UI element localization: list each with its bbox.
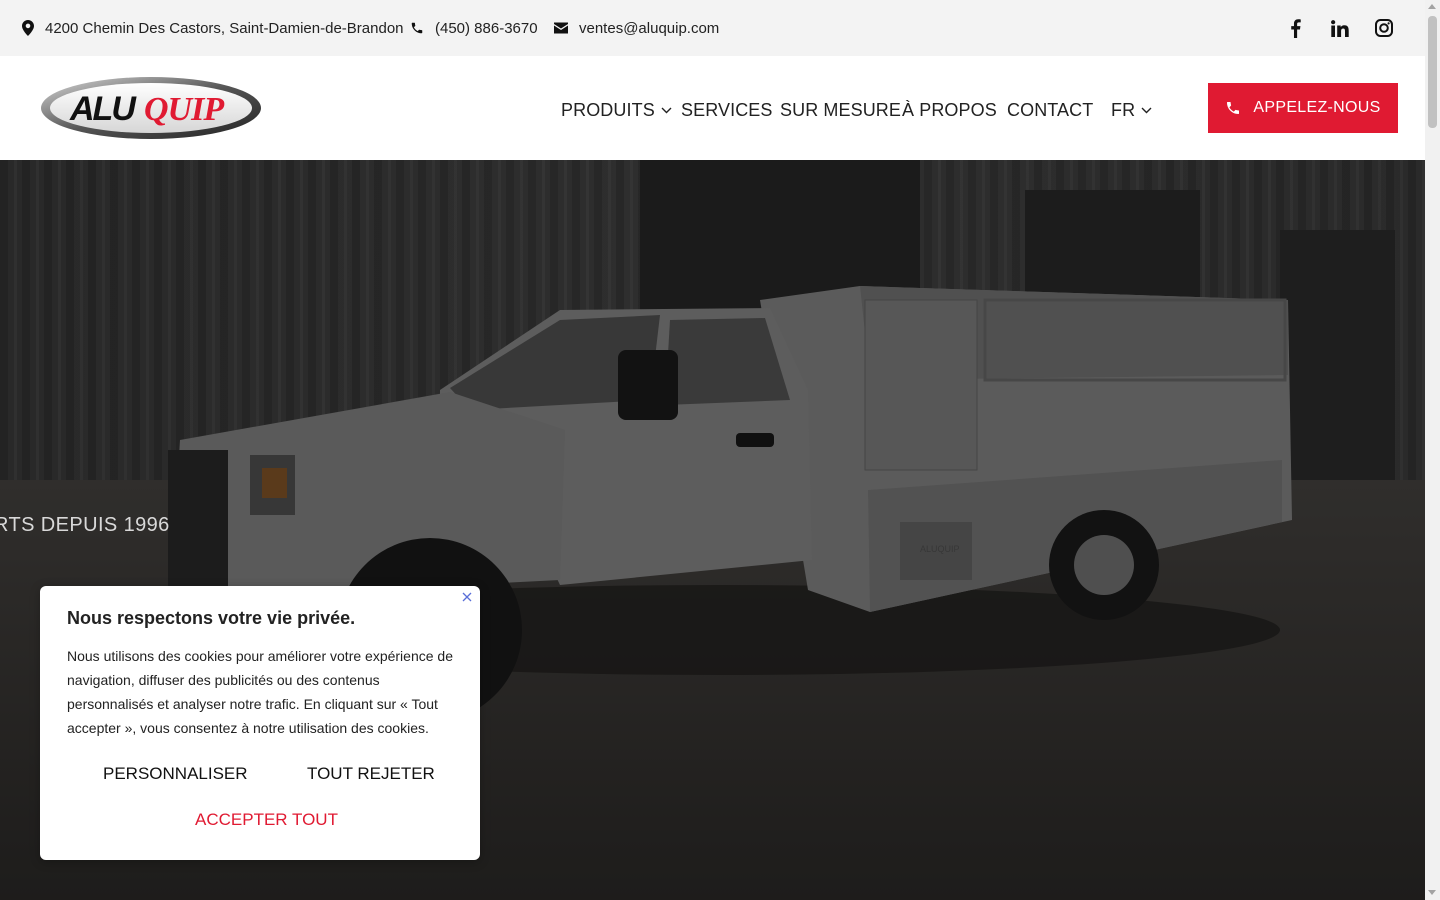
envelope-icon: [554, 22, 568, 34]
email-info[interactable]: ventes@aluquip.com: [554, 0, 719, 56]
cookie-title: Nous respectons votre vie privée.: [67, 608, 356, 628]
nav-language-label: FR: [1111, 100, 1136, 120]
logo-text-alu: ALU: [69, 90, 137, 128]
facebook-icon: [1291, 18, 1301, 38]
cookie-consent-dialog: Nous respectons votre vie privée. Nous u…: [40, 586, 480, 860]
logo-text-quip: QUIP: [144, 91, 224, 128]
linkedin-link[interactable]: [1331, 0, 1349, 56]
scroll-up-arrow[interactable]: [1428, 4, 1436, 9]
scroll-down-arrow[interactable]: [1428, 890, 1436, 895]
nav-a-propos-label: À PROPOS: [902, 100, 997, 120]
nav-services-label: SERVICES: [681, 100, 773, 120]
nav-a-propos[interactable]: À PROPOS: [902, 100, 997, 121]
page-scrollbar[interactable]: [1425, 0, 1440, 900]
phone-icon: [411, 22, 423, 34]
nav-sur-mesure-label: SUR MESURE: [780, 100, 902, 120]
address-info: 4200 Chemin Des Castors, Saint-Damien-de…: [22, 0, 404, 56]
nav-produits-label: PRODUITS: [561, 100, 655, 120]
customize-button[interactable]: PERSONNALISER: [103, 764, 248, 784]
phone-text[interactable]: (450) 886-3670: [435, 20, 538, 37]
phone-icon: [1227, 102, 1240, 114]
top-info-bar: 4200 Chemin Des Castors, Saint-Damien-de…: [0, 0, 1425, 56]
chevron-down-icon: [661, 107, 672, 114]
call-us-label: APPELEZ-NOUS: [1253, 99, 1381, 116]
linkedin-icon: [1331, 19, 1349, 37]
instagram-link[interactable]: [1375, 0, 1393, 56]
close-icon[interactable]: [460, 590, 474, 604]
aluquip-logo[interactable]: ALU QUIP: [40, 76, 262, 140]
cookie-text: Nous utilisons des cookies pour améliore…: [67, 648, 453, 736]
accept-all-button[interactable]: ACCEPTER TOUT: [195, 810, 338, 830]
nav-contact-label: CONTACT: [1007, 100, 1094, 120]
chevron-down-icon: [1141, 107, 1152, 114]
nav-sur-mesure[interactable]: SUR MESURE: [780, 100, 901, 121]
nav-produits[interactable]: PRODUITS: [561, 100, 672, 121]
email-text[interactable]: ventes@aluquip.com: [579, 20, 719, 37]
logo-graphic: ALU QUIP: [41, 77, 261, 139]
facebook-link[interactable]: [1290, 0, 1301, 56]
hero-tagline: RTS DEPUIS 1996: [0, 514, 170, 536]
nav-contact[interactable]: CONTACT: [1007, 100, 1093, 121]
location-pin-icon: [22, 20, 34, 36]
address-text: 4200 Chemin Des Castors, Saint-Damien-de…: [45, 19, 404, 37]
call-us-button[interactable]: APPELEZ-NOUS: [1208, 83, 1398, 133]
scroll-thumb[interactable]: [1428, 16, 1437, 128]
nav-services[interactable]: SERVICES: [681, 100, 773, 121]
instagram-icon: [1375, 19, 1393, 37]
site-header: ALU QUIP PRODUITS SERVICES SUR MESURE À …: [0, 56, 1425, 160]
phone-info[interactable]: (450) 886-3670: [410, 0, 538, 56]
reject-all-button[interactable]: TOUT REJETER: [307, 764, 435, 784]
nav-language[interactable]: FR: [1111, 100, 1152, 121]
